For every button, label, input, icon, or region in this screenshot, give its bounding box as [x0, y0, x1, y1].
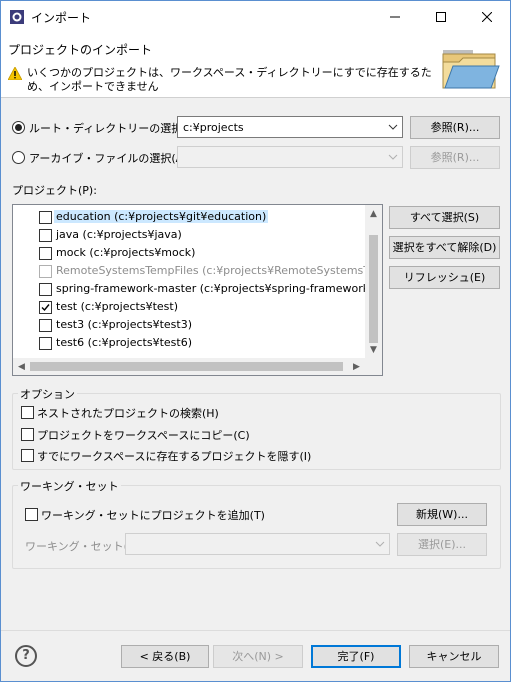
folder-import-icon	[439, 40, 501, 92]
title-bar: インポート	[1, 1, 510, 32]
select-working-set-button[interactable]: 選択(E)...	[397, 533, 487, 556]
project-item-label: java (c:¥projects¥java)	[56, 228, 182, 241]
project-item-test[interactable]: test (c:¥projects¥test)	[13, 298, 373, 316]
root-directory-radio[interactable]	[12, 121, 25, 134]
close-icon	[482, 11, 492, 22]
page-title: プロジェクトのインポート	[8, 43, 153, 57]
scroll-left-icon[interactable]: ◀	[13, 358, 30, 375]
project-item-label: RemoteSystemsTempFiles (c:¥projects¥Remo…	[56, 264, 383, 277]
minimize-button[interactable]	[372, 1, 418, 32]
chevron-down-icon	[375, 541, 385, 547]
minimize-icon	[390, 16, 400, 17]
archive-file-radio[interactable]	[12, 151, 25, 164]
hide-existing-label: すでにワークスペースに存在するプロジェクトを隠す(I)	[37, 450, 312, 463]
project-item-label: spring-framework-master (c:¥projects¥spr…	[56, 282, 383, 295]
root-browse-button[interactable]: 参照(R)...	[410, 116, 500, 139]
scroll-up-icon[interactable]: ▲	[365, 205, 382, 222]
projects-label: プロジェクト(P):	[12, 184, 97, 197]
project-checkbox[interactable]	[39, 319, 52, 332]
warning-icon	[7, 66, 23, 81]
project-checkbox[interactable]	[39, 247, 52, 260]
close-button[interactable]	[464, 1, 510, 32]
horizontal-scrollbar[interactable]: ◀ ▶	[13, 358, 382, 375]
archive-file-label: アーカイブ・ファイルの選択(A):	[29, 152, 192, 165]
archive-file-combo[interactable]	[177, 146, 403, 168]
eclipse-icon	[9, 9, 25, 25]
checkmark-icon	[41, 304, 50, 312]
archive-browse-button[interactable]: 参照(R)...	[410, 146, 500, 169]
project-item-education[interactable]: education (c:¥projects¥git¥education)	[13, 208, 373, 226]
select-all-button[interactable]: すべて選択(S)	[389, 206, 500, 229]
refresh-button[interactable]: リフレッシュ(E)	[389, 266, 500, 289]
copy-into-workspace-checkbox[interactable]	[21, 428, 34, 441]
working-set-group	[12, 485, 501, 569]
project-checkbox	[39, 265, 52, 278]
project-checkbox[interactable]	[39, 211, 52, 224]
chevron-down-icon	[388, 154, 398, 160]
scroll-down-icon[interactable]: ▼	[365, 341, 382, 358]
project-checkbox[interactable]	[39, 301, 52, 314]
project-item-label: mock (c:¥projects¥mock)	[56, 246, 196, 259]
options-group-title: オプション	[18, 386, 77, 402]
maximize-button[interactable]	[418, 1, 464, 32]
horizontal-scroll-thumb[interactable]	[30, 362, 343, 371]
window-title: インポート	[31, 11, 92, 25]
project-item-label: test (c:¥projects¥test)	[56, 300, 178, 313]
deselect-all-button[interactable]: 選択をすべて解除(D)	[389, 236, 500, 259]
root-directory-label: ルート・ディレクトリーの選択(T):	[29, 122, 202, 135]
root-directory-combo[interactable]: c:¥projects	[177, 116, 403, 138]
wizard-header: プロジェクトのインポート いくつかのプロジェクトは、ワークスペース・ディレクトリ…	[1, 32, 510, 98]
help-icon[interactable]: ?	[15, 645, 37, 667]
import-dialog: インポート プロジェクトのインポート いくつかのプロジェクトは、ワークスペース・…	[0, 0, 511, 682]
chevron-down-icon	[388, 124, 398, 130]
hide-existing-checkbox[interactable]	[21, 449, 34, 462]
project-checkbox[interactable]	[39, 337, 52, 350]
root-directory-value: c:¥projects	[183, 121, 244, 134]
add-to-working-set-checkbox[interactable]	[25, 508, 38, 521]
header-message: いくつかのプロジェクトは、ワークスペース・ディレクトリーにすでに存在するため、イ…	[27, 66, 432, 93]
working-set-group-title: ワーキング・セット	[18, 478, 121, 494]
working-set-combo[interactable]	[125, 533, 390, 555]
project-item-test3[interactable]: test3 (c:¥projects¥test3)	[13, 316, 373, 334]
add-to-working-set-label: ワーキング・セットにプロジェクトを追加(T)	[41, 509, 265, 522]
project-item-label: test3 (c:¥projects¥test3)	[56, 318, 192, 331]
project-list[interactable]: education (c:¥projects¥git¥education) ja…	[12, 204, 383, 376]
project-item-label: education (c:¥projects¥git¥education)	[54, 210, 269, 223]
project-item-label: test6 (c:¥projects¥test6)	[56, 336, 192, 349]
search-nested-checkbox[interactable]	[21, 406, 34, 419]
project-item-test6[interactable]: test6 (c:¥projects¥test6)	[13, 334, 373, 352]
copy-into-workspace-label: プロジェクトをワークスペースにコピー(C)	[37, 429, 250, 442]
project-checkbox[interactable]	[39, 283, 52, 296]
footer-separator	[1, 630, 510, 631]
next-button[interactable]: 次へ(N) >	[213, 645, 303, 668]
finish-button[interactable]: 完了(F)	[311, 645, 401, 668]
search-nested-label: ネストされたプロジェクトの検索(H)	[37, 407, 219, 420]
project-item-java[interactable]: java (c:¥projects¥java)	[13, 226, 373, 244]
scroll-right-icon[interactable]: ▶	[348, 358, 365, 375]
vertical-scrollbar[interactable]: ▲ ▼	[365, 205, 382, 358]
new-working-set-button[interactable]: 新規(W)...	[397, 503, 487, 526]
project-checkbox[interactable]	[39, 229, 52, 242]
project-item-remote-systems: RemoteSystemsTempFiles (c:¥projects¥Remo…	[13, 262, 382, 280]
project-item-spring-framework[interactable]: spring-framework-master (c:¥projects¥spr…	[13, 280, 382, 298]
project-item-mock[interactable]: mock (c:¥projects¥mock)	[13, 244, 373, 262]
back-button[interactable]: < 戻る(B)	[121, 645, 209, 668]
maximize-icon	[436, 11, 446, 22]
cancel-button[interactable]: キャンセル	[409, 645, 499, 668]
vertical-scroll-thumb[interactable]	[369, 235, 378, 343]
